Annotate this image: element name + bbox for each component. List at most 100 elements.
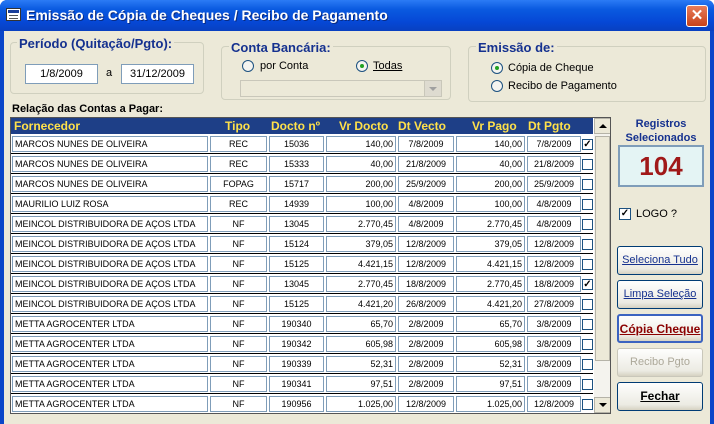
row-select-checkbox[interactable] [582,359,593,370]
cell-dt-pgto: 4/8/2009 [527,196,581,212]
por-conta-radio[interactable] [242,60,254,72]
cell-vr-docto: 605,98 [326,336,396,352]
row-select-checkbox[interactable] [582,259,593,270]
seleciona-tudo-button[interactable]: Seleciona Tudo [617,246,703,275]
row-select-checkbox[interactable] [582,199,593,210]
fechar-button[interactable]: Fechar [617,382,703,411]
por-conta-label[interactable]: por Conta [260,60,308,72]
cell-tipo: NF [210,236,267,252]
cell-docto: 15125 [269,256,324,272]
cell-tipo: NF [210,216,267,232]
table-row[interactable]: MARCOS NUNES DE OLIVEIRA REC 15333 40,00 21/… [11,154,593,174]
table-row[interactable]: MEINCOL DISTRIBUIDORA DE AÇOS LTDA NF 1304… [11,274,593,294]
title-bar: Emissão de Cópia de Cheques / Recibo de … [0,0,714,31]
grid-scrollbar[interactable] [594,118,610,413]
window-title: Emissão de Cópia de Cheques / Recibo de … [26,7,388,23]
table-row[interactable]: MEINCOL DISTRIBUIDORA DE AÇOS LTDA NF 1512… [11,254,593,274]
table-row[interactable]: MARCOS NUNES DE OLIVEIRA REC 15036 140,00 7/… [11,134,593,154]
form-body: Período (Quitação/Pgto): 1/8/2009 a 31/1… [4,31,710,424]
date-to-input[interactable]: 31/12/2009 [121,64,194,84]
cell-dt-vecto: 18/8/2009 [398,276,454,292]
todas-label[interactable]: Todas [373,60,402,72]
form-icon [6,8,21,21]
cell-docto: 15333 [269,156,324,172]
row-select-checkbox[interactable]: ✓ [582,279,593,290]
row-select-checkbox[interactable] [582,319,593,330]
row-select-checkbox[interactable]: ✓ [582,139,593,150]
cell-vr-pago: 200,00 [456,176,525,192]
table-row[interactable]: MEINCOL DISTRIBUIDORA DE AÇOS LTDA NF 1512… [11,234,593,254]
cell-dt-pgto: 3/8/2009 [527,376,581,392]
scroll-up-icon[interactable] [594,118,610,134]
cell-dt-pgto: 12/8/2009 [527,256,581,272]
row-select-checkbox[interactable] [582,159,593,170]
todas-radio[interactable] [356,60,368,72]
row-select-checkbox[interactable] [582,239,593,250]
cell-fornecedor: MARCOS NUNES DE OLIVEIRA [12,176,208,192]
row-select-checkbox[interactable] [582,339,593,350]
row-select-checkbox[interactable] [582,399,593,410]
copia-cheque-radio[interactable] [491,62,503,74]
conta-combo[interactable] [240,80,442,97]
cell-docto: 15717 [269,176,324,192]
emissao-title: Emissão de: [476,40,557,55]
cell-fornecedor: MARCOS NUNES DE OLIVEIRA [12,156,208,172]
cell-fornecedor: METTA AGROCENTER LTDA [12,316,208,332]
recibo-label[interactable]: Recibo de Pagamento [508,80,617,92]
cell-dt-pgto: 18/8/2009 [527,276,581,292]
cell-vr-pago: 605,98 [456,336,525,352]
col-fornecedor: Fornecedor [14,119,81,133]
cell-vr-docto: 379,05 [326,236,396,252]
limpa-selecao-button[interactable]: Limpa Seleção [617,280,703,309]
cell-vr-docto: 4.421,15 [326,256,396,272]
cell-tipo: REC [210,136,267,152]
cell-dt-pgto: 27/8/2009 [527,296,581,312]
cell-docto: 13045 [269,276,324,292]
table-row[interactable]: METTA AGROCENTER LTDA NF 190956 1.025,00 12/… [11,394,593,413]
row-select-checkbox[interactable] [582,299,593,310]
cell-tipo: NF [210,356,267,372]
cell-docto: 190339 [269,356,324,372]
cell-dt-vecto: 12/8/2009 [398,236,454,252]
scroll-down-icon[interactable] [594,397,610,413]
table-row[interactable]: MAURILIO LUIZ ROSA REC 14939 100,00 4/8/2009… [11,194,593,214]
cell-fornecedor: METTA AGROCENTER LTDA [12,336,208,352]
cell-dt-vecto: 25/9/2009 [398,176,454,192]
scroll-thumb[interactable] [595,136,610,361]
cell-vr-docto: 140,00 [326,136,396,152]
cell-docto: 15125 [269,296,324,312]
chevron-down-icon[interactable] [424,81,441,96]
cell-dt-pgto: 25/9/2009 [527,176,581,192]
copia-cheque-label[interactable]: Cópia de Cheque [508,62,594,74]
recibo-pgto-button[interactable]: Recibo Pgto [617,348,703,377]
logo-checkbox[interactable]: ✓ [619,208,631,220]
table-row[interactable]: MEINCOL DISTRIBUIDORA DE AÇOS LTDA NF 1304… [11,214,593,234]
periodo-title: Período (Quitação/Pgto): [17,36,175,51]
cell-vr-docto: 200,00 [326,176,396,192]
cell-fornecedor: MAURILIO LUIZ ROSA [12,196,208,212]
cell-dt-vecto: 2/8/2009 [398,336,454,352]
table-row[interactable]: METTA AGROCENTER LTDA NF 190339 52,31 2/8/20… [11,354,593,374]
cell-vr-docto: 65,70 [326,316,396,332]
cell-fornecedor: MEINCOL DISTRIBUIDORA DE AÇOS LTDA [12,216,208,232]
contas-grid: Fornecedor Tipo Docto nº Vr Docto Dt Vec… [10,117,611,414]
cell-dt-pgto: 21/8/2009 [527,156,581,172]
close-button[interactable]: ✕ [686,5,708,27]
cell-vr-pago: 52,31 [456,356,525,372]
cell-fornecedor: MARCOS NUNES DE OLIVEIRA [12,136,208,152]
copia-cheque-button[interactable]: Cópia Cheque [617,314,703,343]
cell-vr-pago: 40,00 [456,156,525,172]
logo-label[interactable]: LOGO ? [636,208,677,220]
cell-tipo: NF [210,316,267,332]
recibo-radio[interactable] [491,80,503,92]
table-row[interactable]: METTA AGROCENTER LTDA NF 190340 65,70 2/8/20… [11,314,593,334]
table-row[interactable]: METTA AGROCENTER LTDA NF 190342 605,98 2/8/2… [11,334,593,354]
table-row[interactable]: METTA AGROCENTER LTDA NF 190341 97,51 2/8/20… [11,374,593,394]
date-from-input[interactable]: 1/8/2009 [25,64,98,84]
cell-dt-vecto: 7/8/2009 [398,136,454,152]
table-row[interactable]: MARCOS NUNES DE OLIVEIRA FOPAG 15717 200,00… [11,174,593,194]
row-select-checkbox[interactable] [582,379,593,390]
row-select-checkbox[interactable] [582,179,593,190]
row-select-checkbox[interactable] [582,219,593,230]
table-row[interactable]: MEINCOL DISTRIBUIDORA DE AÇOS LTDA NF 1512… [11,294,593,314]
